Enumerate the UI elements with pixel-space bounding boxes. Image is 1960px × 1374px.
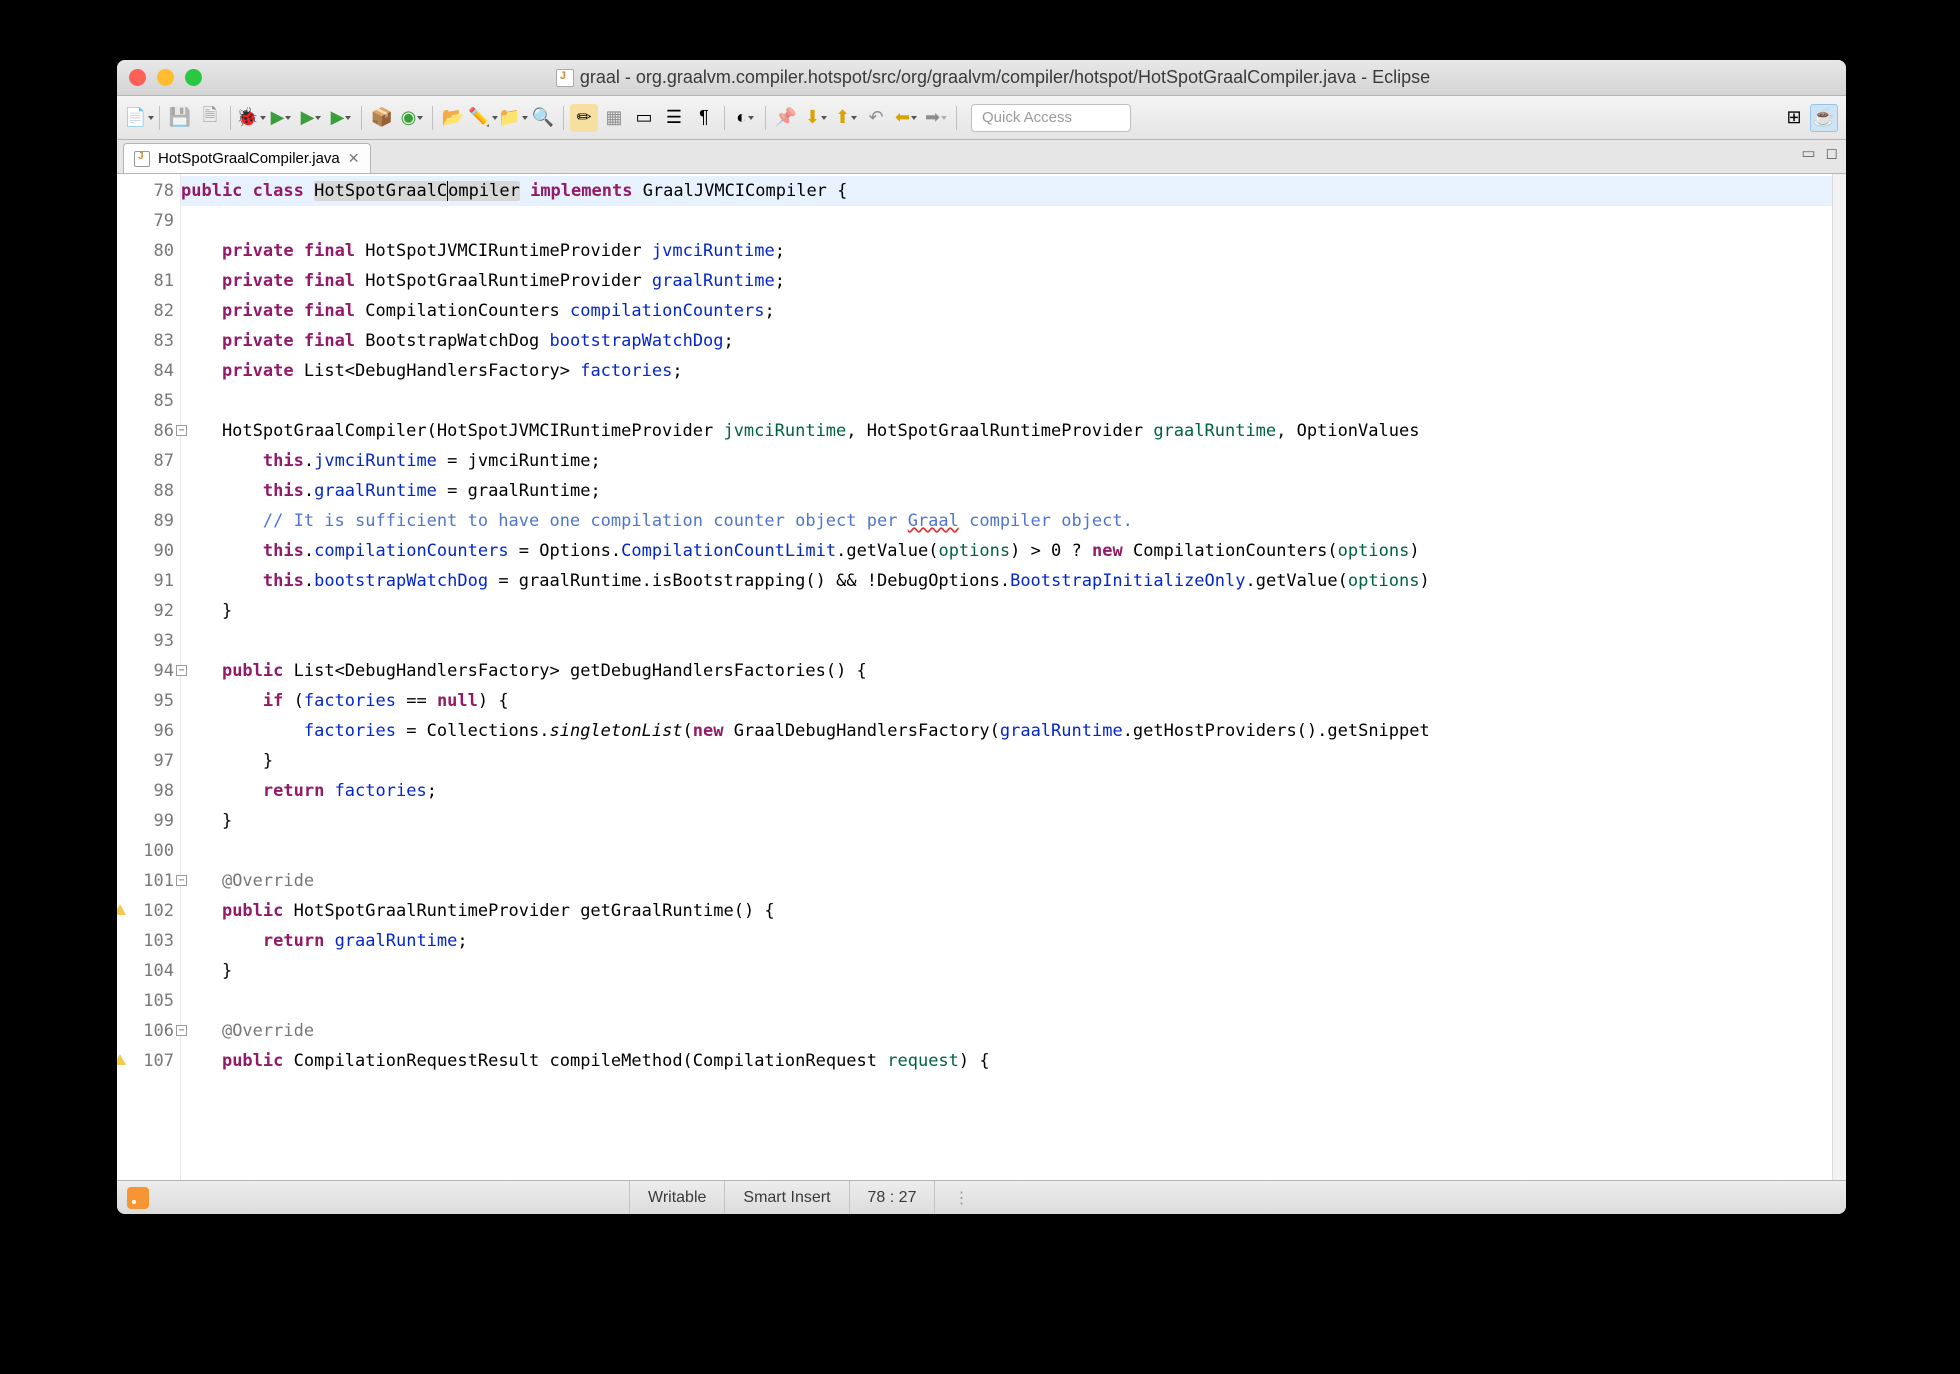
- java-file-icon: [134, 151, 150, 167]
- last-edit-button[interactable]: ↶: [862, 104, 890, 132]
- search-button[interactable]: 🔍: [529, 104, 557, 132]
- overview-ruler[interactable]: [1832, 174, 1846, 1180]
- run-button[interactable]: ▶: [267, 104, 295, 132]
- save-all-button[interactable]: 🗎: [196, 104, 224, 132]
- window-controls: [129, 69, 202, 86]
- java-perspective-button[interactable]: ☕: [1810, 104, 1838, 132]
- perspective-open-button[interactable]: ⊞: [1780, 104, 1808, 132]
- run-last-button[interactable]: ▶: [327, 104, 355, 132]
- quick-access-input[interactable]: Quick Access: [971, 104, 1131, 132]
- new-package-button[interactable]: 📦: [368, 104, 396, 132]
- debug-button[interactable]: 🐞: [237, 104, 265, 132]
- code-editor[interactable]: 787980818283848586−8788899091929394−9596…: [117, 174, 1846, 1180]
- open-task-button[interactable]: ✏️: [469, 104, 497, 132]
- forward-button[interactable]: ➡: [922, 104, 950, 132]
- line-number-gutter[interactable]: 787980818283848586−8788899091929394−9596…: [117, 174, 181, 1180]
- open-folder-button[interactable]: 📂: [439, 104, 467, 132]
- save-button[interactable]: 💾: [166, 104, 194, 132]
- close-window-button[interactable]: [129, 69, 146, 86]
- minimize-view-icon[interactable]: ▭: [1801, 144, 1815, 162]
- zoom-window-button[interactable]: [185, 69, 202, 86]
- minimize-window-button[interactable]: [157, 69, 174, 86]
- show-list-button[interactable]: ☰: [660, 104, 688, 132]
- toggle-wrap-button[interactable]: ¶: [690, 104, 718, 132]
- status-insert-mode: Smart Insert: [724, 1181, 848, 1214]
- pin-button[interactable]: 📌: [772, 104, 800, 132]
- titlebar[interactable]: graal - org.graalvm.compiler.hotspot/src…: [117, 60, 1846, 96]
- editor-tab[interactable]: HotSpotGraalCompiler.java ✕: [123, 143, 371, 173]
- open-type-button[interactable]: 📁: [499, 104, 527, 132]
- tab-label: HotSpotGraalCompiler.java: [158, 150, 340, 167]
- code-area[interactable]: public class HotSpotGraalCompiler implem…: [181, 174, 1846, 1180]
- close-tab-icon[interactable]: ✕: [348, 150, 360, 167]
- annotation-nav-button[interactable]: ◐: [731, 104, 759, 132]
- main-toolbar: 📄 💾 🗎 🐞 ▶ ▶ ▶ 📦 ◉ 📂 ✏️ 📁 🔍 ✏ ▦ ▭ ☰ ¶ ◐ 📌…: [117, 96, 1846, 140]
- status-cursor-position: 78 : 27: [849, 1181, 935, 1214]
- coverage-button[interactable]: ▶: [297, 104, 325, 132]
- next-annotation-button[interactable]: ⬇: [802, 104, 830, 132]
- new-button[interactable]: 📄: [125, 104, 153, 132]
- toggle-block-button[interactable]: ▦: [600, 104, 628, 132]
- ide-window: graal - org.graalvm.compiler.hotspot/src…: [117, 60, 1846, 1214]
- status-overflow-icon[interactable]: ⋮: [934, 1181, 989, 1214]
- prev-annotation-button[interactable]: ⬆: [832, 104, 860, 132]
- java-file-icon: [556, 69, 574, 87]
- status-writable: Writable: [629, 1181, 724, 1214]
- editor-tabbar: HotSpotGraalCompiler.java ✕ ▭ ◻: [117, 140, 1846, 174]
- status-bar: Writable Smart Insert 78 : 27 ⋮: [117, 1180, 1846, 1214]
- maximize-view-icon[interactable]: ◻: [1826, 144, 1838, 162]
- back-button[interactable]: ⬅: [892, 104, 920, 132]
- show-whitespace-button[interactable]: ▭: [630, 104, 658, 132]
- window-title: graal - org.graalvm.compiler.hotspot/src…: [202, 67, 1784, 88]
- new-class-button[interactable]: ◉: [398, 104, 426, 132]
- feed-icon[interactable]: [127, 1187, 149, 1209]
- toggle-mark-button[interactable]: ✏: [570, 104, 598, 132]
